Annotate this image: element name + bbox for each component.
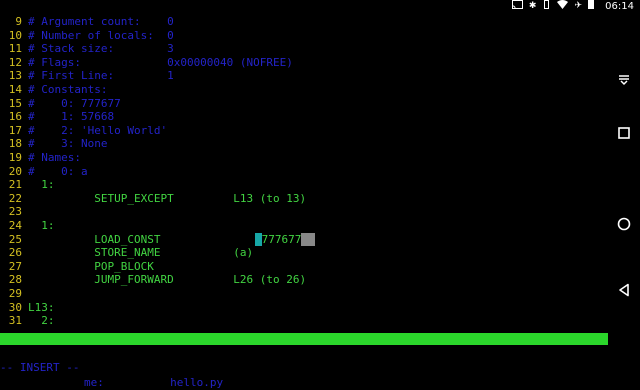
editor-line[interactable]: 29 [0, 287, 608, 301]
line-number: 23 [8, 205, 22, 219]
editor-line[interactable]: 11 # Stack size: 3 [0, 42, 608, 56]
line-number: 31 [8, 314, 22, 328]
editor-line[interactable]: 15 # 0: 777677 [0, 97, 608, 111]
editor-line[interactable]: 23 [0, 205, 608, 219]
line-text: 2: [28, 314, 55, 328]
line-text: SETUP_EXCEPT L13 (to 13) [28, 191, 307, 205]
editor-line[interactable]: 10 # Number of locals: 0 [0, 29, 608, 43]
editor-line[interactable]: 26 STORE_NAME (a) [0, 246, 608, 260]
recents-button[interactable] [608, 118, 640, 148]
vibrate-icon [542, 0, 551, 14]
home-button[interactable] [608, 209, 640, 239]
status-clock: 06:14 [605, 1, 634, 12]
line-text: # 3: None [28, 137, 108, 151]
cursor-value: 777677 [261, 232, 302, 246]
line-number: 18 [8, 137, 22, 151]
line-number: 14 [8, 83, 22, 96]
back-icon [619, 283, 629, 297]
line-number: 11 [8, 42, 22, 56]
line-text: # 2: 'Hello World' [28, 123, 168, 137]
editor-line[interactable]: 14 # Constants: [0, 83, 608, 97]
line-number: 22 [8, 191, 22, 205]
cast-icon [511, 0, 523, 14]
line-text: L13: [28, 300, 55, 314]
line-number: 9 [15, 15, 22, 28]
editor-line[interactable]: 9 # Argument count: 0 [0, 15, 608, 29]
editor-line[interactable]: 16 # 1: 57668 [0, 110, 608, 124]
mode-indicator: -- INSERT -- [0, 361, 80, 374]
vim-editor[interactable]: 9 # Argument count: 0 10 # Number of locals… [0, 13, 608, 333]
back-button[interactable] [608, 275, 640, 305]
status-icons: ✱ ✈ [511, 0, 594, 14]
line-number: 29 [8, 287, 22, 300]
vim-command-line[interactable]: -- INSERT -- me: hello.py [0, 345, 608, 389]
editor-line[interactable]: 19 # Names: [0, 151, 608, 165]
line-number: 19 [8, 151, 22, 164]
editor-line[interactable]: 13 # First Line: 1 [0, 69, 608, 83]
line-number: 15 [8, 96, 22, 110]
line-text: # Stack size: 3 [28, 42, 174, 56]
airplane-icon: ✈ [574, 1, 582, 11]
line-number: 17 [8, 123, 22, 137]
line-number: 25 [8, 232, 22, 246]
editor-line[interactable]: 24 1: [0, 219, 608, 233]
cmdline-message: me: hello.py [84, 376, 224, 389]
line-text: LOAD_CONST [28, 232, 234, 246]
line-text: # 1: 57668 [28, 110, 115, 124]
line-text: # 0: 777677 [28, 96, 121, 110]
recents-icon [618, 127, 630, 139]
editor-line[interactable]: 31 2: [0, 314, 608, 328]
editor-line[interactable]: 28 JUMP_FORWARD L26 (to 26) [0, 273, 608, 287]
line-number: 21 [8, 178, 22, 192]
editor-line[interactable]: 18 # 3: None [0, 137, 608, 151]
wifi-icon [557, 0, 569, 14]
home-icon [617, 217, 631, 231]
editor-line[interactable]: 17 # 2: 'Hello World' [0, 124, 608, 138]
line-number: 20 [8, 164, 22, 178]
line-text: JUMP_FORWARD L26 (to 26) [28, 273, 307, 287]
bluetooth-icon: ✱ [528, 1, 537, 11]
line-text: # Number of locals: 0 [28, 28, 174, 42]
editor-line[interactable]: 21 1: [0, 178, 608, 192]
line-number: 12 [8, 55, 22, 69]
line-number: 24 [8, 219, 22, 232]
battery-icon [588, 0, 594, 14]
line-number: 28 [8, 273, 22, 287]
line-number: 30 [8, 300, 22, 314]
line-text: # 0: a [28, 164, 88, 178]
line-number: 26 [8, 246, 22, 260]
cursor-selection: 777677 [255, 232, 315, 247]
line-text: 1: [28, 219, 55, 232]
cursor-block [255, 232, 262, 246]
editor-line[interactable]: 25 LOAD_CONST 777677 [0, 232, 608, 247]
android-status-bar: ✱ ✈ 06:14 [0, 0, 640, 13]
line-number: 13 [8, 69, 22, 83]
line-number: 16 [8, 110, 22, 124]
line-number: 10 [8, 28, 22, 42]
editor-line[interactable]: 27 POP_BLOCK [0, 260, 608, 274]
line-text: # First Line: 1 [28, 69, 174, 83]
line-text: 1: [28, 178, 55, 192]
editor-line[interactable]: 30 L13: [0, 301, 608, 315]
android-nav-bar [608, 13, 640, 360]
line-text: # Flags: 0x00000040 (NOFREE) [28, 55, 293, 69]
line-text: POP_BLOCK [28, 259, 154, 273]
cursor-trail [301, 232, 315, 246]
keyboard-hide-icon [619, 75, 629, 86]
vim-status-line: ~/test/hello.pyasm [unix] (06:14 17/07/2… [0, 333, 608, 369]
line-text: # Argument count: 0 [28, 15, 174, 28]
line-text: # Names: [28, 151, 81, 164]
keyboard-hide-button[interactable] [608, 65, 640, 95]
editor-line[interactable]: 22 SETUP_EXCEPT L13 (to 13) [0, 192, 608, 206]
editor-line[interactable]: 12 # Flags: 0x00000040 (NOFREE) [0, 56, 608, 70]
editor-line[interactable]: 20 # 0: a [0, 165, 608, 179]
line-text: STORE_NAME (a) [28, 246, 254, 260]
line-number: 27 [8, 259, 22, 273]
line-text: # Constants: [28, 83, 108, 96]
